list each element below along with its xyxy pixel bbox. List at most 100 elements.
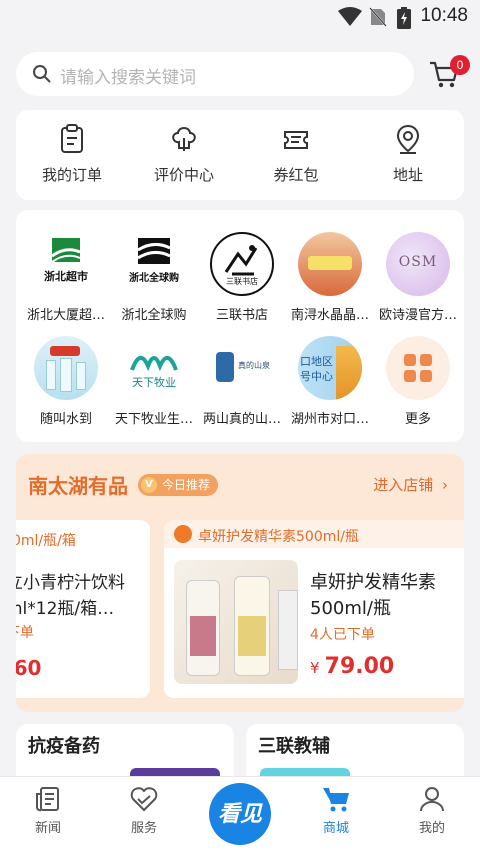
- store-name: 更多: [404, 412, 431, 427]
- store-logo: 浙北超市: [34, 232, 98, 296]
- product-name-line2: ml*12瓶/箱…: [16, 599, 115, 619]
- store-item[interactable]: 更多: [374, 336, 462, 427]
- product-price: .60: [16, 656, 42, 680]
- product-card-header: 0ml/瓶/箱: [16, 533, 76, 549]
- clock: 10:48: [420, 5, 468, 26]
- status-bar: 10:48: [0, 0, 480, 34]
- tab-services[interactable]: 服务: [104, 785, 184, 836]
- tab-label: 服务: [130, 821, 157, 836]
- cart-badge: 0: [450, 55, 470, 75]
- shop-badge-icon: [174, 525, 192, 543]
- tab-label: 我的: [418, 821, 445, 836]
- tab-mine[interactable]: 我的: [392, 785, 472, 836]
- store-logo: OSM: [386, 232, 450, 296]
- cart-button[interactable]: 0: [428, 55, 470, 92]
- store-item[interactable]: 浙北超市 浙北大厦超…: [22, 232, 110, 323]
- no-sim-icon: [369, 7, 387, 27]
- promo-title: 南太湖有品: [28, 474, 128, 498]
- search-icon: [33, 65, 51, 83]
- product-card-header: 卓妍护发精华素500ml/瓶: [198, 529, 359, 545]
- store-item[interactable]: 随叫水到: [22, 336, 110, 427]
- store-item[interactable]: 南浔水晶晶…: [286, 232, 374, 323]
- store-logo-text: 口地区 号中心: [300, 355, 333, 383]
- cart-icon: [323, 787, 349, 812]
- store-name: 随叫水到: [39, 412, 92, 427]
- quick-action-label: 我的订单: [41, 166, 102, 184]
- product-price: 79.00: [324, 654, 395, 679]
- store-logo: [386, 336, 450, 400]
- store-logo-text: 三联书店: [226, 277, 258, 286]
- store-item[interactable]: OSM 欧诗漫官方…: [374, 232, 462, 323]
- store-logo: 天下牧业: [122, 336, 186, 400]
- more-grid-icon: [404, 354, 432, 382]
- tab-label: 新闻: [34, 821, 61, 836]
- coupons-button[interactable]: 券红包: [240, 124, 352, 194]
- store-logo: 三联书店: [210, 232, 274, 296]
- store-item[interactable]: 真的山泉 两山真的山…: [198, 336, 286, 427]
- product-card[interactable]: 0ml/瓶/箱 立小青柠汁饮料 ml*12瓶/箱… 下单 .60: [16, 520, 150, 698]
- wifi-icon: [338, 7, 362, 26]
- promo-section: 南太湖有品 V 今日推荐 进入店铺 › 0ml/瓶/箱 立小青柠汁饮料 ml*1…: [16, 454, 464, 712]
- section-title: 三联教辅: [258, 736, 330, 757]
- tab-label: 商城: [322, 821, 349, 836]
- product-price-group: ¥ 79.00: [310, 654, 394, 679]
- address-button[interactable]: 地址: [352, 124, 464, 194]
- store-name: 浙北全球购: [121, 308, 187, 323]
- product-name: 卓妍护发精华素: [310, 572, 436, 593]
- product-card[interactable]: 卓妍护发精华素500ml/瓶 卓妍护发精华素 500ml/瓶 4人已下单 ¥ 7…: [164, 520, 464, 698]
- product-name-line2: 500ml/瓶: [310, 598, 391, 619]
- product-image: [174, 560, 298, 684]
- store-logo-text: 浙北超市: [44, 270, 88, 283]
- store-logo-text: 浙北全球购: [129, 273, 179, 284]
- store-name: 欧诗漫官方…: [378, 308, 457, 323]
- store-name: 天下牧业生…: [114, 412, 193, 427]
- quick-actions-card: 我的订单 评价中心 券红包 地址: [16, 110, 464, 200]
- search-input[interactable]: 请输入搜索关键词: [60, 63, 196, 88]
- location-icon: [396, 124, 420, 154]
- store-logo: [34, 336, 98, 400]
- store-logo-text: OSM: [398, 254, 438, 270]
- review-center-button[interactable]: 评价中心: [128, 124, 240, 194]
- promo-tag: V 今日推荐: [138, 474, 219, 496]
- store-item[interactable]: 口地区 号中心 湖州市对口…: [286, 336, 374, 427]
- product-name: 立小青柠汁饮料: [16, 573, 125, 593]
- coupon-icon: [284, 131, 308, 149]
- user-icon: [420, 787, 444, 812]
- store-item[interactable]: 浙北全球购 浙北全球购: [110, 232, 198, 323]
- chevron-right-icon: ›: [442, 476, 448, 494]
- my-orders-button[interactable]: 我的订单: [16, 124, 128, 194]
- store-logo: 浙北全球购: [122, 232, 186, 296]
- search-bar[interactable]: 请输入搜索关键词: [16, 52, 414, 96]
- store-item[interactable]: 三联书店 三联书店: [198, 232, 286, 323]
- store-logo: 真的山泉: [210, 336, 274, 400]
- store-logo: 口地区 号中心: [298, 336, 362, 400]
- enter-shop-label: 进入店铺: [373, 476, 434, 494]
- section-title: 抗疫备药: [28, 736, 100, 757]
- tab-news[interactable]: 新闻: [8, 785, 88, 836]
- product-sold: 4人已下单: [310, 627, 375, 643]
- store-name: 两山真的山…: [202, 412, 281, 427]
- store-name: 浙北大厦超…: [26, 308, 105, 323]
- product-sold: 下单: [16, 625, 34, 641]
- stores-card: 浙北超市 浙北大厦超… 浙北全球购 浙北全球购 三联书店 三联书店 南浔水晶晶……: [16, 210, 464, 442]
- heart-icon: [130, 787, 158, 811]
- vip-icon: V: [141, 477, 157, 493]
- price-symbol: ¥: [310, 659, 320, 677]
- tab-mall[interactable]: 商城: [296, 785, 376, 836]
- store-logo: [298, 232, 362, 296]
- store-logo-text: 天下牧业: [132, 376, 176, 389]
- store-item[interactable]: 天下牧业 天下牧业生…: [110, 336, 198, 427]
- store-name: 湖州市对口…: [290, 412, 369, 427]
- review-icon: [172, 126, 196, 151]
- quick-action-label: 评价中心: [153, 166, 214, 184]
- section-card[interactable]: 三联教辅: [246, 724, 464, 784]
- store-logo-text: 真的山泉: [238, 361, 270, 370]
- battery-icon: [397, 7, 411, 29]
- news-icon: [36, 787, 59, 812]
- section-card[interactable]: 抗疫备药: [16, 724, 234, 784]
- quick-action-label: 券红包: [273, 166, 319, 184]
- order-icon: [61, 124, 83, 153]
- enter-shop-link[interactable]: 进入店铺 ›: [373, 474, 448, 495]
- store-name: 南浔水晶晶…: [290, 308, 369, 323]
- center-see-button[interactable]: 看见: [209, 783, 271, 845]
